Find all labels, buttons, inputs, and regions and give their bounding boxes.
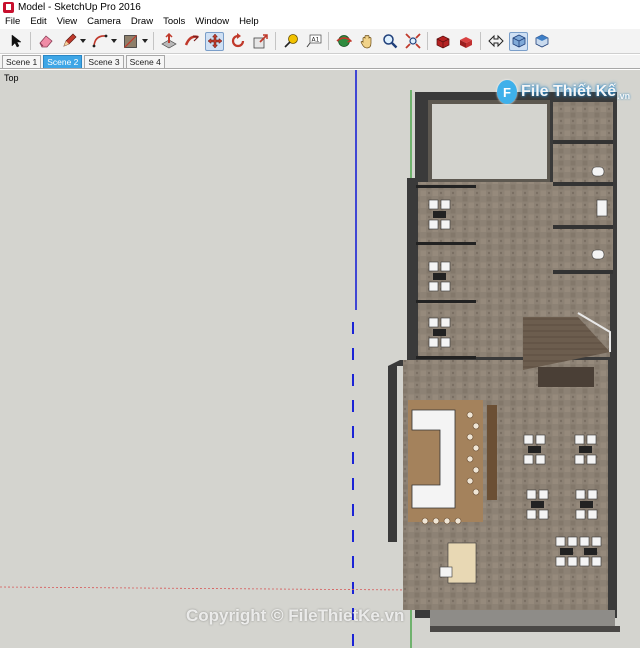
restroom-block — [553, 102, 613, 272]
restroom-partition-3 — [553, 225, 613, 229]
menu-window[interactable]: Window — [190, 16, 234, 27]
position-camera-button[interactable] — [486, 32, 505, 51]
floor-plan-model — [0, 70, 620, 648]
menu-file[interactable]: File — [0, 16, 25, 27]
watermark-logo: F File Thiết Kế .vn — [497, 80, 630, 104]
file-logo-icon: F — [497, 80, 517, 104]
arc-icon — [92, 34, 107, 48]
copyright-watermark: Copyright © FileThietKe.vn — [186, 606, 405, 625]
scene-tabs: Scene 1 Scene 2 Scene 3 Scene 4 — [0, 55, 640, 69]
scale-tool-button[interactable] — [251, 32, 270, 51]
arc-tool-button[interactable] — [90, 32, 109, 51]
shape-tool-button[interactable] — [121, 32, 140, 51]
position-camera-icon — [487, 34, 504, 48]
kiosk-screen — [439, 566, 453, 578]
svg-text:A1: A1 — [311, 37, 319, 44]
scene-tab-4[interactable]: Scene 4 — [125, 55, 165, 68]
select-tool-button[interactable] — [6, 32, 25, 51]
eraser-icon — [39, 35, 53, 48]
main-toolbar: A1 — [0, 29, 640, 54]
bay-wall — [416, 185, 476, 188]
shape-icon — [124, 34, 137, 48]
toolbar-separator — [30, 32, 31, 50]
red-axis — [0, 586, 412, 591]
bay-wall — [416, 242, 476, 245]
toolbar-separator — [480, 32, 481, 50]
3d-warehouse-button[interactable] — [433, 32, 452, 51]
pencil-dropdown[interactable] — [80, 32, 86, 51]
scene-tab-1[interactable]: Scene 1 — [2, 55, 42, 68]
text-tool-button[interactable]: A1 — [304, 32, 323, 51]
restroom-partition-4 — [553, 270, 613, 274]
menu-bar: File Edit View Camera Draw Tools Window … — [0, 15, 640, 28]
iso-view-button[interactable] — [509, 31, 528, 51]
eraser-tool-button[interactable] — [36, 32, 55, 51]
pencil-icon — [62, 33, 76, 47]
arc-dropdown[interactable] — [111, 32, 117, 51]
title-bar: Model - SketchUp Pro 2016 — [0, 0, 640, 16]
pan-tool-button[interactable] — [357, 32, 376, 51]
menu-draw[interactable]: Draw — [126, 16, 158, 27]
menu-camera[interactable]: Camera — [82, 16, 126, 27]
chevron-down-icon — [142, 39, 148, 43]
toolbar-separator — [275, 32, 276, 50]
sink — [596, 199, 608, 217]
text-icon: A1 — [306, 34, 321, 48]
pan-icon — [360, 35, 371, 49]
toolbar-separator — [328, 32, 329, 50]
orbit-icon — [335, 35, 352, 47]
menu-view[interactable]: View — [52, 16, 82, 27]
toolbar-separator — [153, 32, 154, 50]
planter — [538, 367, 594, 387]
menu-tools[interactable]: Tools — [158, 16, 190, 27]
tape-measure-tool-button[interactable] — [281, 32, 300, 51]
toilet — [591, 249, 605, 260]
pencil-tool-button[interactable] — [59, 32, 78, 51]
move-tool-button[interactable] — [205, 31, 224, 51]
top-view-icon — [535, 34, 548, 48]
shape-dropdown[interactable] — [142, 32, 148, 51]
toilet — [591, 166, 605, 177]
bay-wall — [416, 356, 476, 359]
chevron-down-icon — [111, 39, 117, 43]
restroom-partition-1 — [553, 140, 613, 144]
scene-tab-3[interactable]: Scene 3 — [84, 55, 124, 68]
scale-icon — [253, 34, 268, 49]
move-icon — [207, 33, 222, 49]
side-counter — [487, 405, 497, 500]
zoom-extents-tool-button[interactable] — [403, 32, 422, 51]
rotate-tool-button[interactable] — [228, 32, 247, 51]
rotate-icon — [231, 33, 244, 48]
tape-measure-icon — [283, 34, 298, 48]
window-title: Model - SketchUp Pro 2016 — [18, 2, 141, 13]
push-pull-icon — [160, 33, 177, 49]
extension-warehouse-icon — [459, 37, 472, 48]
push-pull-tool-button[interactable] — [159, 32, 178, 51]
orbit-tool-button[interactable] — [334, 32, 353, 51]
front-steps-edge — [430, 626, 620, 632]
top-view-button[interactable] — [532, 32, 551, 51]
restroom-partition-2 — [553, 182, 613, 186]
extension-warehouse-button[interactable] — [456, 32, 475, 51]
zoom-icon — [382, 34, 397, 49]
top-courtyard-inner — [432, 104, 547, 179]
watermark-brand: File Thiết Kế — [521, 83, 617, 100]
watermark-domain: .vn — [617, 91, 631, 101]
scene-tab-2[interactable]: Scene 2 — [43, 55, 83, 68]
3d-warehouse-icon — [436, 35, 449, 49]
iso-view-icon — [512, 34, 525, 48]
follow-me-icon — [184, 35, 199, 46]
zoom-extents-icon — [404, 33, 421, 49]
bay-wall — [416, 300, 476, 303]
menu-help[interactable]: Help — [234, 16, 264, 27]
zoom-tool-button[interactable] — [380, 32, 399, 51]
follow-me-tool-button[interactable] — [182, 32, 201, 51]
sketchup-logo-icon — [3, 2, 14, 13]
toolbar-separator — [427, 32, 428, 50]
chevron-down-icon — [80, 39, 86, 43]
drawing-viewport[interactable]: Top F File Thiết Kế .vn — [0, 70, 640, 648]
select-icon — [11, 34, 22, 48]
menu-edit[interactable]: Edit — [25, 16, 51, 27]
